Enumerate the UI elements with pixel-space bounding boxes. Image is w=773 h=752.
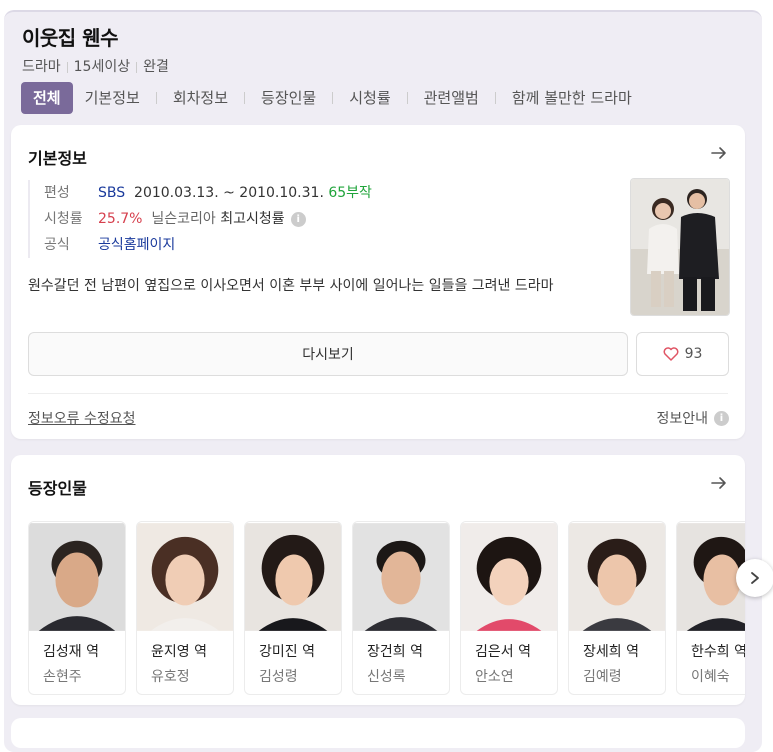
meta-age-rating: 15세이상	[73, 59, 131, 75]
cast-role: 강미진 역	[259, 644, 315, 660]
meta-genre: 드라마	[22, 59, 61, 75]
cast-role: 윤지영 역	[151, 644, 207, 660]
cast-item[interactable]: 장세희 역 김예령	[568, 521, 666, 695]
next-button[interactable]	[736, 559, 773, 597]
arrow-right-icon[interactable]	[709, 143, 729, 163]
cast-photo	[677, 523, 745, 631]
cast-actor: 손현주	[43, 669, 82, 685]
ratings-label: 최고시청률	[220, 211, 285, 227]
tab-divider	[494, 92, 496, 104]
cast-actor: 유호정	[151, 669, 190, 685]
official-row: 공식 공식홈페이지	[44, 232, 372, 258]
meta-info: 드라마 15세이상 완결	[22, 56, 169, 76]
cast-list: 김성재 역 손현주 윤지영 역 유호정 강미진 역 김성령 장건희 역 신성록 …	[28, 521, 745, 697]
tab-albums[interactable]: 관련앨범	[412, 82, 491, 114]
episode-count: 65부작	[328, 185, 372, 201]
cast-actor: 안소연	[475, 669, 514, 685]
tab-ratings[interactable]: 시청률	[337, 82, 402, 114]
drama-description: 원수갈던 전 남편이 옆집으로 이사오면서 이혼 부부 사이에 일어나는 일들을…	[28, 278, 554, 294]
tab-divider	[332, 92, 334, 104]
info-icon[interactable]: i	[290, 211, 306, 227]
cast-item[interactable]: 김은서 역 안소연	[460, 521, 558, 695]
rewatch-button[interactable]: 다시보기	[28, 332, 628, 376]
cast-actor: 이혜숙	[691, 669, 730, 685]
ratings-value: 25.7%	[98, 211, 143, 227]
cast-photo	[29, 523, 125, 631]
cast-role: 장세희 역	[583, 644, 639, 660]
tab-cast[interactable]: 등장인물	[249, 82, 328, 114]
poster-image[interactable]	[630, 178, 730, 316]
tab-all[interactable]: 전체	[21, 82, 73, 114]
ratings-source: 닐슨코리아	[151, 211, 216, 227]
broadcast-key: 편성	[44, 185, 70, 201]
cast-item[interactable]: 한수희 역 이혜숙	[676, 521, 745, 695]
tab-episodes[interactable]: 회차정보	[161, 82, 240, 114]
tab-basic-info[interactable]: 기본정보	[73, 82, 152, 114]
divider	[28, 393, 728, 394]
heart-icon	[663, 347, 679, 361]
cast-item[interactable]: 강미진 역 김성령	[244, 521, 342, 695]
info-list: 편성 SBS 2010.03.13. ~ 2010.10.31. 65부작 시청…	[28, 180, 372, 258]
header: 이웃집 웬수	[22, 22, 118, 51]
broadcast-row: 편성 SBS 2010.03.13. ~ 2010.10.31. 65부작	[44, 180, 372, 206]
cast-role: 김은서 역	[475, 644, 531, 660]
official-homepage-link[interactable]: 공식홈페이지	[98, 234, 175, 256]
tab-divider	[244, 92, 246, 104]
tab-related-dramas[interactable]: 함께 볼만한 드라마	[500, 82, 644, 114]
cast-actor: 김성령	[259, 669, 298, 685]
cast-card: 등장인물 김성재 역 손현주 윤지영 역 유호정 강미진 역 김성령 장건희 역…	[11, 455, 745, 705]
official-key: 공식	[44, 237, 70, 253]
meta-divider	[66, 61, 68, 73]
cast-item[interactable]: 김성재 역 손현주	[28, 521, 126, 695]
tab-divider	[155, 92, 157, 104]
like-button[interactable]: 93	[636, 332, 729, 376]
cast-photo	[353, 523, 449, 631]
cast-actor: 김예령	[583, 669, 622, 685]
cast-item[interactable]: 장건희 역 신성록	[352, 521, 450, 695]
cast-actor: 신성록	[367, 669, 406, 685]
basic-info-card: 기본정보 편성 SBS 2010.03.13. ~ 2010.10.31. 65…	[11, 125, 745, 439]
page-title: 이웃집 웬수	[22, 26, 118, 50]
channel-link[interactable]: SBS	[98, 182, 125, 204]
ratings-key: 시청률	[44, 211, 83, 227]
cast-role: 한수희 역	[691, 644, 745, 660]
tab-bar: 전체 기본정보 회차정보 등장인물 시청률 관련앨범 함께 볼만한 드라마	[21, 82, 644, 114]
tab-divider	[406, 92, 408, 104]
cast-photo	[245, 523, 341, 631]
basic-info-title: 기본정보	[28, 149, 87, 168]
report-error-link[interactable]: 정보오류 수정요청	[28, 408, 136, 428]
chevron-right-icon	[751, 572, 759, 584]
ratings-row: 시청률 25.7% 닐슨코리아 최고시청률 i	[44, 206, 372, 232]
like-count: 93	[684, 346, 703, 362]
cast-photo	[461, 523, 557, 631]
meta-status: 완결	[143, 59, 169, 75]
broadcast-period: 2010.03.13. ~ 2010.10.31.	[134, 185, 324, 201]
cast-role: 김성재 역	[43, 644, 99, 660]
info-guide-button[interactable]: 정보안내 i	[656, 408, 729, 428]
cast-title: 등장인물	[28, 479, 87, 498]
cast-photo	[569, 523, 665, 631]
cast-item[interactable]: 윤지영 역 유호정	[136, 521, 234, 695]
next-card-edge	[11, 718, 745, 748]
cast-role: 장건희 역	[367, 644, 423, 660]
meta-divider	[136, 61, 138, 73]
info-icon: i	[714, 410, 729, 426]
cast-photo	[137, 523, 233, 631]
info-guide-label: 정보안내	[656, 411, 708, 427]
arrow-right-icon[interactable]	[709, 473, 729, 493]
